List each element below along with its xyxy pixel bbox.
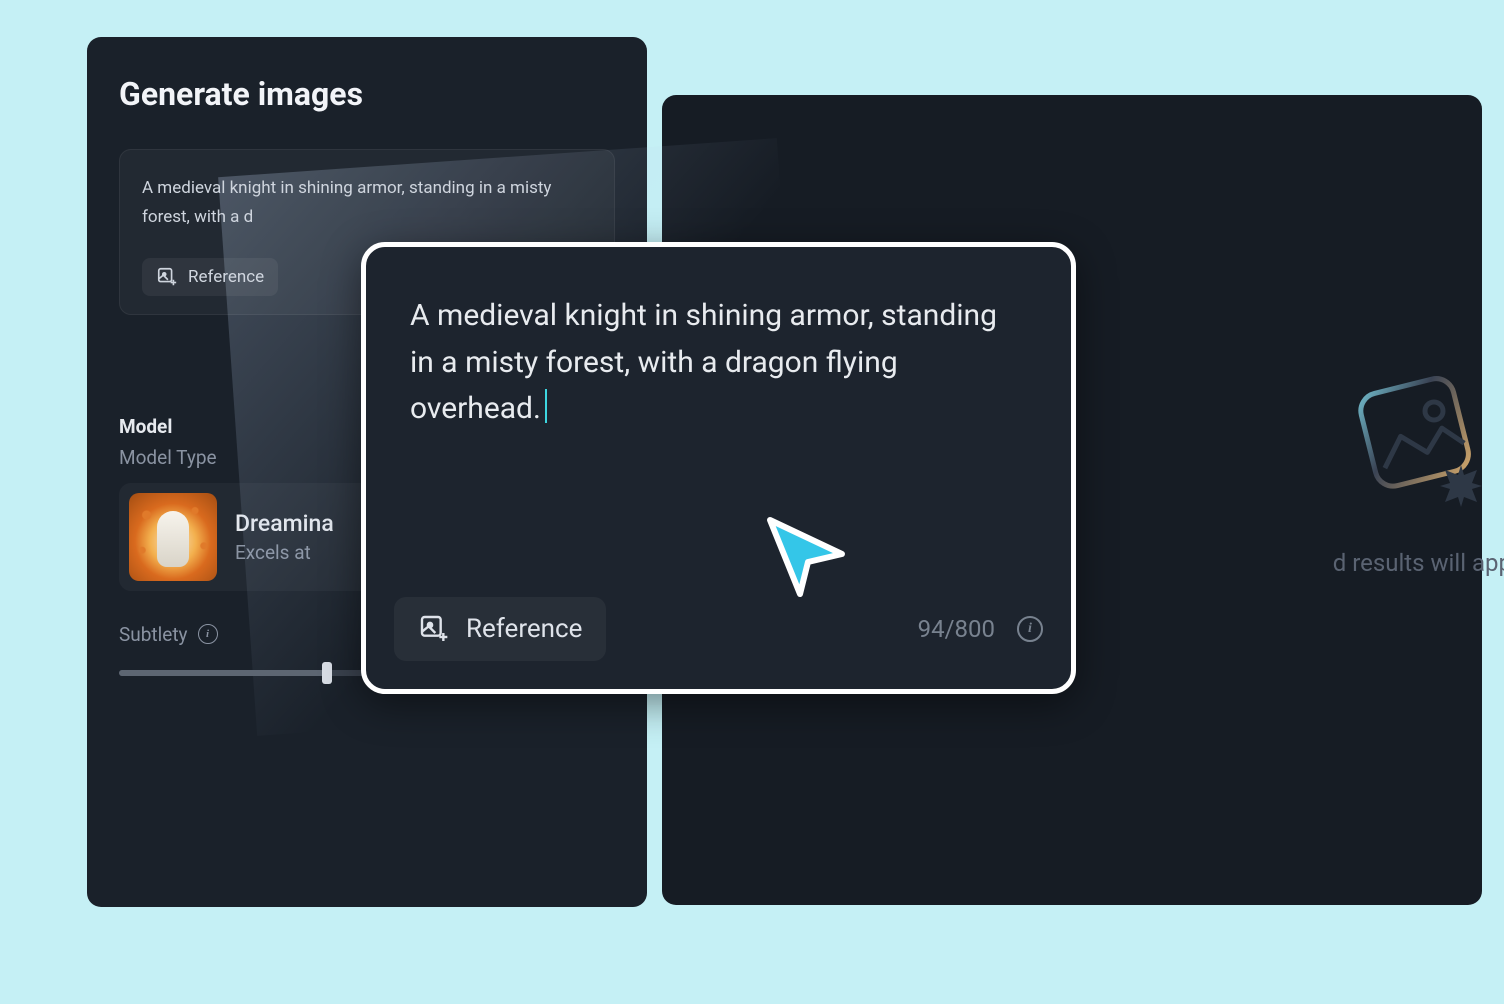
- reference-label-large: Reference: [466, 614, 582, 644]
- prompt-input-large[interactable]: A medieval knight in shining armor, stan…: [410, 293, 1027, 433]
- cursor-pointer-icon: [760, 512, 850, 602]
- prompt-popup: A medieval knight in shining armor, stan…: [361, 242, 1076, 694]
- info-icon[interactable]: i: [198, 624, 218, 644]
- subtlety-label: Subtlety: [119, 623, 188, 646]
- reference-label: Reference: [188, 267, 264, 287]
- reference-icon: [156, 266, 178, 288]
- char-count: 94/800: [918, 615, 995, 643]
- text-cursor: [545, 389, 547, 423]
- slider-handle[interactable]: [322, 662, 332, 684]
- info-icon[interactable]: i: [1017, 616, 1043, 642]
- model-thumbnail: [129, 493, 217, 581]
- prompt-text-large: A medieval knight in shining armor, stan…: [410, 298, 997, 426]
- model-desc: Excels at: [235, 541, 334, 564]
- model-name: Dreamina: [235, 510, 334, 537]
- page-title: Generate images: [119, 75, 615, 113]
- prompt-text-small: A medieval knight in shining armor, stan…: [142, 174, 592, 232]
- reference-button-large[interactable]: Reference: [394, 597, 606, 661]
- reference-button[interactable]: Reference: [142, 258, 278, 296]
- reference-icon: [418, 613, 450, 645]
- image-placeholder-icon: [1342, 355, 1502, 515]
- results-placeholder-text: d results will app: [1333, 549, 1504, 577]
